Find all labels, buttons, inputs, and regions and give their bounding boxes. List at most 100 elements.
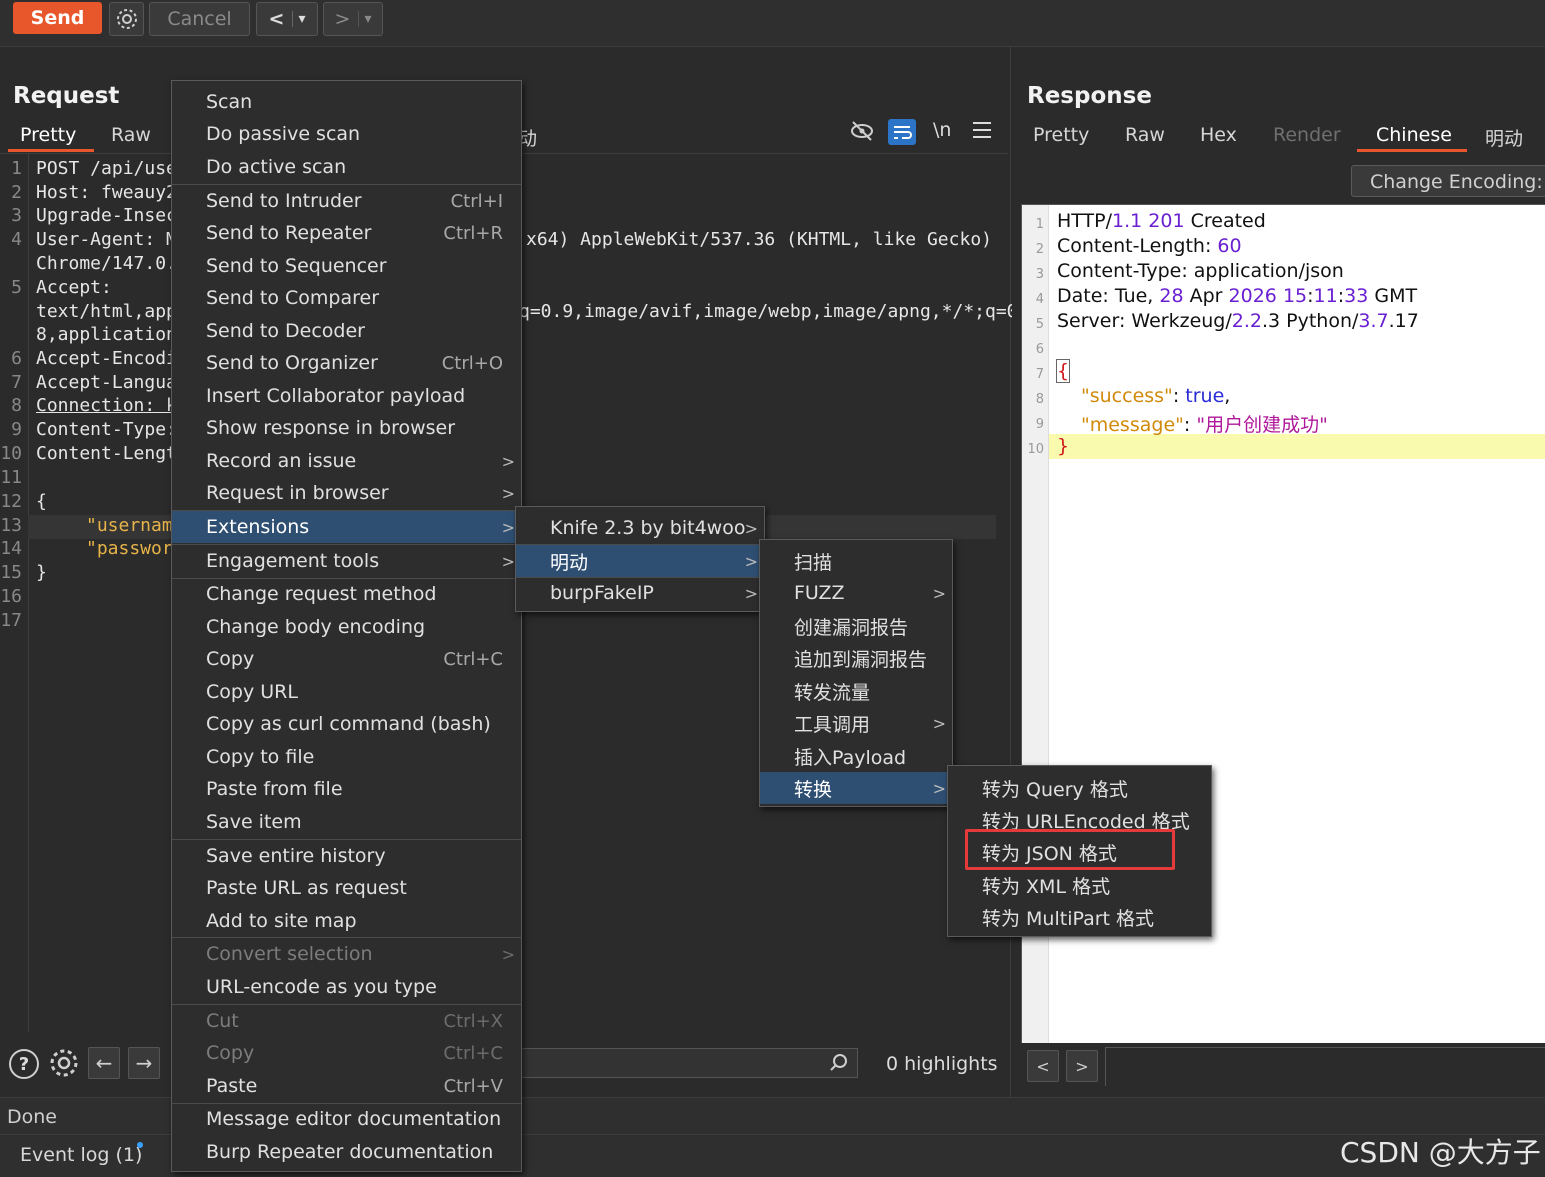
search-icon	[830, 1054, 847, 1071]
menu-item-create-report[interactable]: 创建漏洞报告	[760, 610, 952, 642]
context-menu: Scan Do passive scan Do active scan Send…	[171, 80, 522, 1172]
menu-item-forward-traffic[interactable]: 转发流量	[760, 675, 952, 707]
line-number: 10	[1027, 442, 1044, 457]
line-number: 7	[1035, 367, 1044, 382]
menu-item-send-comparer[interactable]: Send to Comparer	[172, 282, 521, 314]
menu-item-burpfakeip[interactable]: burpFakeIP >	[516, 577, 764, 609]
watermark: CSDN @大方子	[1340, 1136, 1541, 1169]
code-line: 8,application/	[36, 324, 188, 345]
tab-mingdong[interactable]: 明动	[1485, 124, 1523, 151]
menu-item-scan[interactable]: Scan	[172, 86, 521, 118]
menu-item-change-method[interactable]: Change request method	[172, 578, 521, 610]
send-button[interactable]: Send	[13, 2, 102, 34]
newline-icon[interactable]: \n	[933, 119, 951, 141]
menu-item-send-decoder[interactable]: Send to Decoder	[172, 315, 521, 347]
line-number: 10	[0, 443, 22, 464]
line-number: 9	[11, 419, 22, 440]
extensions-submenu: Knife 2.3 by bit4woo > 明动 > burpFakeIP >	[515, 506, 765, 612]
menu-item-copy-2[interactable]: Copy Ctrl+C	[172, 1037, 521, 1069]
back-dropdown-icon[interactable]: ▾	[292, 11, 305, 27]
menu-item-request-browser[interactable]: Request in browser >	[172, 477, 521, 509]
menu-item-paste[interactable]: Paste Ctrl+V	[172, 1070, 521, 1102]
cancel-button[interactable]: Cancel	[149, 2, 250, 36]
help-icon[interactable]: ?	[9, 1049, 39, 1079]
tab-raw[interactable]: Raw	[1125, 124, 1165, 146]
tab-raw[interactable]: Raw	[111, 124, 151, 146]
send-settings-button[interactable]	[109, 2, 144, 36]
tab-hex[interactable]: Hex	[1200, 124, 1237, 146]
menu-item-insert-payload[interactable]: 插入Payload	[760, 740, 952, 772]
back-arrow-icon: <	[268, 8, 285, 30]
menu-item-send-intruder[interactable]: Send to Intruder Ctrl+I	[172, 185, 521, 217]
tab-pretty[interactable]: Pretty	[20, 124, 76, 146]
event-log-link[interactable]: Event log (1)	[20, 1144, 142, 1166]
menu-item-add-sitemap[interactable]: Add to site map	[172, 905, 521, 937]
line-number: 2	[1035, 242, 1044, 257]
menu-item-paste-file[interactable]: Paste from file	[172, 773, 521, 805]
menu-item-passive-scan[interactable]: Do passive scan	[172, 118, 521, 150]
menu-item-repeater-docs[interactable]: Burp Repeater documentation	[172, 1136, 521, 1168]
top-toolbar: Send Cancel < ▾ > ▾	[0, 0, 1545, 47]
line-number: 2	[11, 182, 22, 203]
json-line: "message": "用户创建成功"	[1081, 414, 1328, 436]
line-number: 4	[11, 229, 22, 250]
settings-gear-icon[interactable]	[48, 1047, 80, 1079]
menu-item-convert-selection[interactable]: Convert selection >	[172, 938, 521, 970]
menu-item-save-history[interactable]: Save entire history	[172, 840, 521, 872]
menu-item-send-repeater[interactable]: Send to Repeater Ctrl+R	[172, 217, 521, 249]
menu-item-collaborator[interactable]: Insert Collaborator payload	[172, 380, 521, 412]
next-match-button[interactable]: →	[128, 1047, 160, 1079]
tab-chinese[interactable]: Chinese	[1376, 124, 1452, 146]
change-encoding-button[interactable]: Change Encoding:	[1351, 165, 1545, 197]
back-button[interactable]: < ▾	[256, 2, 318, 36]
response-header-line: Date: Tue, 28 Apr 2026 15:11:33 GMT	[1057, 285, 1418, 307]
menu-item-record-issue[interactable]: Record an issue >	[172, 445, 521, 477]
menu-item-append-report[interactable]: 追加到漏洞报告	[760, 642, 952, 674]
menu-item-scan-cn[interactable]: 扫描	[760, 545, 952, 577]
response-prev-button[interactable]: <	[1027, 1050, 1059, 1082]
menu-item-convert[interactable]: 转换 >	[760, 772, 952, 804]
menu-item-send-sequencer[interactable]: Send to Sequencer	[172, 250, 521, 282]
tab-render[interactable]: Render	[1273, 124, 1341, 146]
menu-item-to-multipart[interactable]: 转为 MultiPart 格式	[948, 901, 1211, 933]
menu-item-to-xml[interactable]: 转为 XML 格式	[948, 869, 1211, 901]
highlights-count: 0 highlights	[886, 1053, 998, 1075]
forward-dropdown-icon[interactable]: ▾	[358, 11, 371, 27]
menu-item-to-query[interactable]: 转为 Query 格式	[948, 772, 1211, 804]
arrow-right-icon: →	[135, 1051, 153, 1075]
json-close-brace: }	[1057, 435, 1070, 457]
chevron-right-icon: >	[501, 551, 515, 571]
menu-item-mingdong[interactable]: 明动 >	[516, 545, 764, 577]
response-next-button[interactable]: >	[1066, 1050, 1098, 1082]
menu-item-knife[interactable]: Knife 2.3 by bit4woo >	[516, 512, 764, 544]
menu-item-fuzz[interactable]: FUZZ >	[760, 577, 952, 609]
menu-item-copy-file[interactable]: Copy to file	[172, 741, 521, 773]
eye-slash-icon[interactable]	[850, 119, 874, 143]
response-search-area[interactable]	[1105, 1047, 1545, 1086]
line-number: 6	[1035, 342, 1044, 357]
menu-item-cut[interactable]: Cut Ctrl+X	[172, 1005, 521, 1037]
code-line: text/html,app	[36, 301, 177, 322]
menu-item-copy-url[interactable]: Copy URL	[172, 676, 521, 708]
forward-button[interactable]: > ▾	[323, 2, 383, 36]
menu-item-editor-docs[interactable]: Message editor documentation	[172, 1103, 521, 1135]
menu-item-paste-url[interactable]: Paste URL as request	[172, 872, 521, 904]
line-number: 14	[0, 538, 22, 559]
menu-item-copy[interactable]: Copy Ctrl+C	[172, 643, 521, 675]
tab-pretty[interactable]: Pretty	[1033, 124, 1089, 146]
menu-item-url-encode[interactable]: URL-encode as you type	[172, 971, 521, 1003]
code-line: User-Agent: Mo	[36, 229, 188, 250]
menu-item-show-response[interactable]: Show response in browser	[172, 412, 521, 444]
search-input[interactable]	[520, 1048, 858, 1078]
menu-item-change-encoding[interactable]: Change body encoding	[172, 611, 521, 643]
wrap-icon[interactable]	[888, 119, 916, 145]
menu-item-send-organizer[interactable]: Send to Organizer Ctrl+O	[172, 347, 521, 379]
menu-icon[interactable]	[973, 122, 991, 138]
menu-item-copy-curl[interactable]: Copy as curl command (bash)	[172, 708, 521, 740]
prev-match-button[interactable]: ←	[88, 1047, 120, 1079]
menu-item-engagement-tools[interactable]: Engagement tools >	[172, 545, 521, 577]
menu-item-tool-call[interactable]: 工具调用 >	[760, 707, 952, 739]
menu-item-save-item[interactable]: Save item	[172, 806, 521, 838]
menu-item-active-scan[interactable]: Do active scan	[172, 151, 521, 183]
menu-item-extensions[interactable]: Extensions >	[172, 511, 521, 543]
